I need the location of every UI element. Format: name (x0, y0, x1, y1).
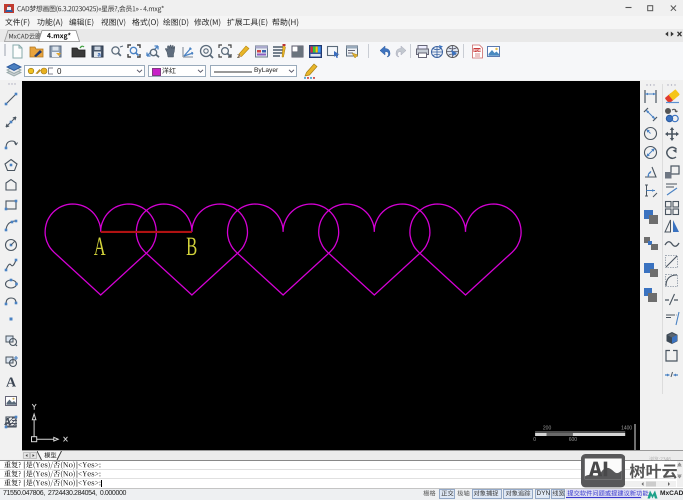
svg-text:600: 600 (568, 437, 577, 443)
svg-text:A: A (5, 376, 16, 389)
svg-text:PDF: PDF (474, 48, 482, 52)
svg-text:1400: 1400 (621, 426, 632, 432)
svg-text:2: 2 (237, 54, 240, 59)
svg-text:0: 0 (533, 437, 536, 443)
svg-text:200: 200 (542, 426, 551, 432)
